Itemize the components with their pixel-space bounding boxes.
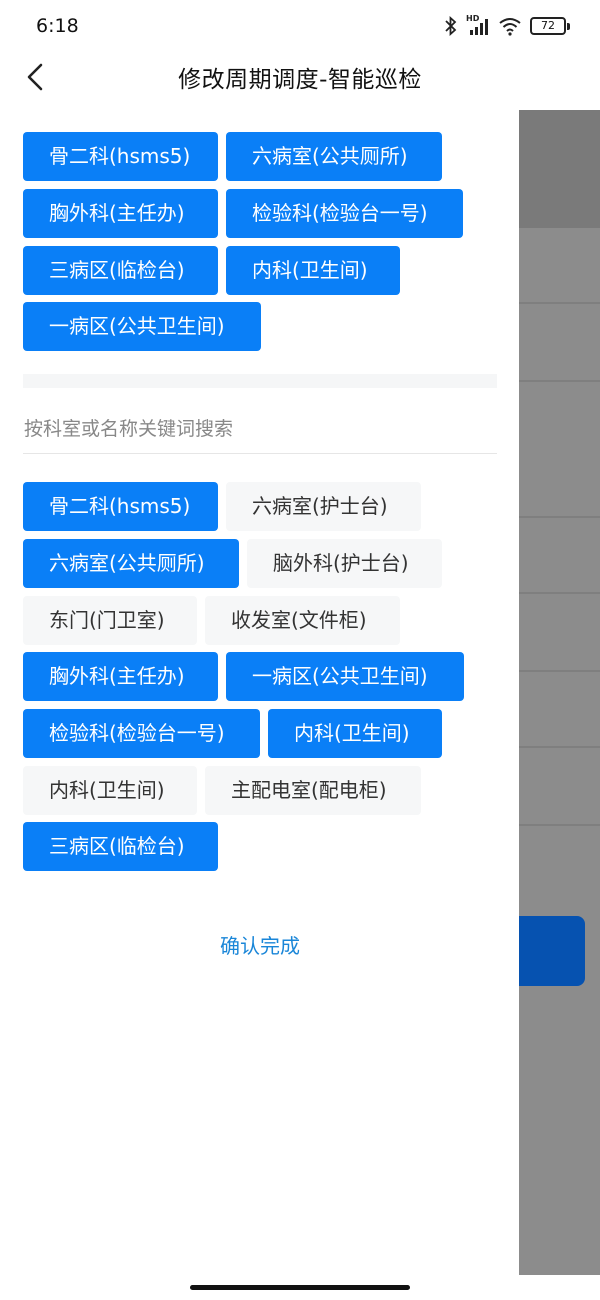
option-chip[interactable]: 骨二科(hsms5) [23, 482, 218, 531]
option-chip[interactable]: 东门(门卫室) [23, 596, 197, 645]
wifi-icon [499, 18, 521, 36]
selected-chip[interactable]: 骨二科(hsms5) [23, 132, 218, 181]
option-chip[interactable]: 三病区(临检台) [23, 822, 218, 871]
option-chip[interactable]: 脑外科(护士台) [247, 539, 442, 588]
selected-chip[interactable]: 三病区(临检台) [23, 246, 218, 295]
section-divider [23, 374, 497, 388]
option-chip[interactable]: 检验科(检验台一号) [23, 709, 260, 758]
option-chip[interactable]: 内科(卫生间) [23, 766, 197, 815]
selected-chip[interactable]: 六病室(公共厕所) [226, 132, 442, 181]
status-bar: 6:18 HD 72 [0, 0, 600, 52]
battery-level: 72 [530, 17, 566, 35]
option-chip[interactable]: 六病室(公共厕所) [23, 539, 239, 588]
option-chip[interactable]: 一病区(公共卫生间) [226, 652, 464, 701]
confirm-button[interactable]: 确认完成 [160, 920, 360, 968]
page-title: 修改周期调度-智能巡检 [178, 67, 422, 93]
back-button[interactable] [18, 60, 52, 94]
option-chip-list: 骨二科(hsms5) 六病室(护士台) 六病室(公共厕所) 脑外科(护士台) 东… [23, 482, 503, 882]
status-time: 6:18 [36, 15, 79, 37]
battery-icon: 72 [530, 17, 570, 35]
selected-chip[interactable]: 一病区(公共卫生间) [23, 302, 261, 351]
selected-chip[interactable]: 内科(卫生间) [226, 246, 400, 295]
selected-chip[interactable]: 检验科(检验台一号) [226, 189, 463, 238]
selected-chip[interactable]: 胸外科(主任办) [23, 189, 218, 238]
option-chip[interactable]: 胸外科(主任办) [23, 652, 218, 701]
option-chip[interactable]: 主配电室(配电柜) [205, 766, 421, 815]
option-chip[interactable]: 六病室(护士台) [226, 482, 421, 531]
signal-icon: HD [466, 14, 490, 36]
home-indicator[interactable] [190, 1285, 410, 1290]
dim-overlay[interactable] [519, 110, 600, 1275]
search-input[interactable] [23, 404, 497, 454]
selected-chip-list: 骨二科(hsms5) 六病室(公共厕所) 胸外科(主任办) 检验科(检验台一号)… [23, 132, 503, 352]
option-chip[interactable]: 内科(卫生间) [268, 709, 442, 758]
bluetooth-icon [445, 16, 457, 36]
selection-drawer: 骨二科(hsms5) 六病室(公共厕所) 胸外科(主任办) 检验科(检验台一号)… [0, 110, 519, 1275]
option-chip[interactable]: 收发室(文件柜) [205, 596, 400, 645]
background-button [519, 916, 585, 986]
status-icons: HD 72 [444, 14, 570, 36]
header: 修改周期调度-智能巡检 [0, 52, 600, 102]
chevron-left-icon [27, 63, 43, 91]
